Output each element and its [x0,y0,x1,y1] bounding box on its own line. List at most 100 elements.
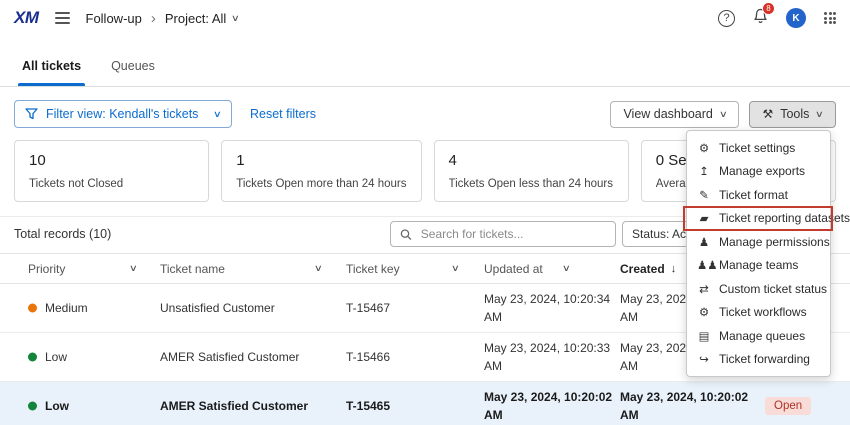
xm-logo[interactable]: XM [14,8,39,28]
search-icon [400,228,412,241]
chevron-down-icon: ∨ [231,14,240,23]
menu-item-custom-ticket-status[interactable]: ⇄ Custom ticket status [687,277,830,301]
column-header-ticket-key[interactable]: Ticket key [346,254,400,283]
menu-item-ticket-format[interactable]: ✎ Ticket format [687,183,830,207]
tab-queues[interactable]: Queues [111,59,155,86]
avatar-initial: K [792,13,799,24]
ticket-key-cell: T-15467 [346,301,390,315]
menu-item-label: Ticket format [719,188,788,202]
priority-cell: Low [45,399,69,413]
wrench-icon: ⚒ [762,108,773,120]
stat-label: Tickets Open less than 24 hours [449,178,614,190]
gear-icon: ⚙ [697,141,711,155]
question-mark-icon: ? [723,12,729,24]
filter-icon [25,108,38,120]
filter-toolbar: Filter view: Kendall's tickets ∨ Reset f… [14,100,836,128]
notifications-button[interactable]: 8 [753,8,768,29]
chevron-down-icon[interactable]: ∨ [562,254,571,283]
menu-item-label: Custom ticket status [719,282,827,296]
chevron-down-icon[interactable]: ∨ [451,254,460,283]
export-icon: ↥ [697,164,711,178]
menu-item-manage-permissions[interactable]: ♟ Manage permissions [687,230,830,254]
reset-filters-link[interactable]: Reset filters [250,107,316,121]
view-dashboard-label: View dashboard [623,107,712,121]
breadcrumb: Follow-up › Project: All ∨ [86,11,239,26]
filter-view-dropdown[interactable]: Filter view: Kendall's tickets ∨ [14,100,232,128]
toolbar-buttons: View dashboard ∨ ⚒ Tools ∨ [610,101,836,128]
tools-button[interactable]: ⚒ Tools ∨ [749,101,836,128]
project-dropdown-label: Project: All [165,11,226,26]
chevron-down-icon[interactable]: ∨ [129,254,138,283]
menu-item-label: Ticket settings [719,141,795,155]
stat-card-open-less-24h: 4 Tickets Open less than 24 hours [434,140,629,202]
menu-item-label: Manage teams [719,258,798,272]
menu-item-ticket-workflows[interactable]: ⚙ Ticket workflows [687,301,830,325]
menu-item-ticket-settings[interactable]: ⚙ Ticket settings [687,136,830,160]
column-header-ticket-name[interactable]: Ticket name [160,254,225,283]
updated-at-cell: May 23, 2024, 10:20:34 AM [484,290,617,326]
forward-icon: ↪ [697,352,711,366]
menu-item-label: Ticket workflows [719,305,807,319]
tab-bar: All tickets Queues [0,36,850,87]
pencil-icon: ✎ [697,188,711,202]
updated-at-cell: May 23, 2024, 10:20:33 AM [484,339,617,375]
status-swap-icon: ⇄ [697,282,711,296]
breadcrumb-section: Follow-up [86,11,142,26]
menu-item-label: Manage permissions [719,235,830,249]
dataset-icon: ▰ [697,211,711,225]
view-dashboard-button[interactable]: View dashboard ∨ [610,101,739,128]
queue-icon: ▤ [697,329,711,343]
apps-grid-icon[interactable] [824,12,836,24]
avatar[interactable]: K [786,8,806,28]
priority-dot [28,304,37,313]
help-button[interactable]: ? [718,10,735,27]
priority-dot [28,353,37,362]
project-dropdown[interactable]: Project: All ∨ [165,11,239,26]
menu-item-label: Manage queues [719,329,805,343]
gear-icon: ⚙ [697,305,711,319]
priority-cell: Medium [45,301,88,315]
menu-item-label: Manage exports [719,164,805,178]
column-header-updated-at[interactable]: Updated at [484,254,543,283]
total-records-label: Total records (10) [14,227,111,241]
top-bar-actions: ? 8 K [718,8,836,29]
breadcrumb-separator-icon: › [151,11,156,26]
ticket-search [390,221,616,247]
top-bar: XM Follow-up › Project: All ∨ ? 8 K [0,0,850,36]
menu-item-manage-teams[interactable]: ♟♟ Manage teams [687,254,830,278]
priority-dot [28,402,37,411]
column-header-created[interactable]: Created ↓ [620,254,676,283]
priority-cell: Low [45,350,67,364]
table-row-selected[interactable]: Low AMER Satisfied Customer T-15465 May … [0,382,850,425]
chevron-down-icon: ∨ [213,110,222,119]
chevron-down-icon: ∨ [815,110,824,119]
chevron-down-icon: ∨ [719,110,728,119]
tab-all-tickets[interactable]: All tickets [22,59,81,86]
ticket-key-cell: T-15465 [346,399,390,413]
status-badge: Open [765,397,811,415]
menu-item-label: Ticket forwarding [719,352,810,366]
menu-item-ticket-forwarding[interactable]: ↪ Ticket forwarding [687,348,830,372]
chevron-down-icon[interactable]: ∨ [314,254,323,283]
stat-value: 4 [449,152,614,169]
column-header-priority[interactable]: Priority [28,254,65,283]
sort-descending-icon: ↓ [671,263,677,275]
hamburger-menu-icon[interactable] [53,9,72,27]
created-cell: May 23, 2024, 10:20:02 AM [620,388,762,424]
search-input[interactable] [419,226,606,242]
stat-value: 1 [236,152,406,169]
stat-card-not-closed: 10 Tickets not Closed [14,140,209,202]
menu-item-manage-queues[interactable]: ▤ Manage queues [687,324,830,348]
menu-item-manage-exports[interactable]: ↥ Manage exports [687,160,830,184]
stat-label: Tickets not Closed [29,178,194,190]
menu-item-label: Ticket reporting datasets [719,211,850,225]
permissions-icon: ♟ [697,235,711,249]
notification-badge: 8 [762,2,775,15]
column-header-created-label: Created [620,262,665,276]
tools-dropdown-menu: ⚙ Ticket settings ↥ Manage exports ✎ Tic… [686,130,831,377]
app-window: XM Follow-up › Project: All ∨ ? 8 K [0,0,850,425]
ticket-name-cell: Unsatisfied Customer [160,301,275,315]
ticket-name-cell: AMER Satisfied Customer [160,399,308,413]
stat-value: 10 [29,152,194,169]
menu-item-ticket-reporting-datasets[interactable]: ▰ Ticket reporting datasets [687,207,830,231]
